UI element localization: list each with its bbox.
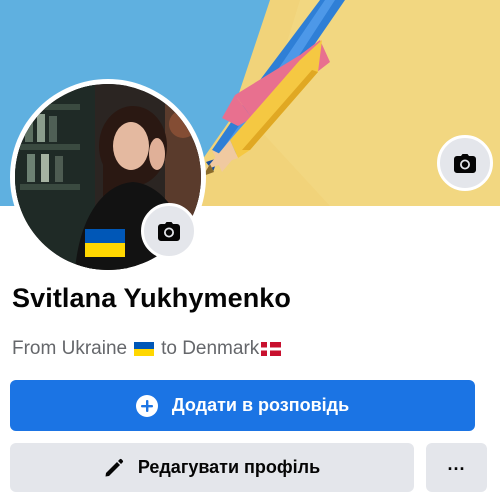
camera-icon xyxy=(454,153,476,173)
profile-name: Svitlana Yukhymenko xyxy=(12,283,292,313)
more-options-button[interactable]: ... xyxy=(426,443,487,492)
profile-bio: From Ukraine to Denmark xyxy=(12,338,282,360)
bio-connector: to Denmark xyxy=(161,338,260,359)
add-to-story-label: Додати в розповідь xyxy=(171,395,350,415)
avatar-camera-button[interactable] xyxy=(141,203,197,259)
plus-circle-icon xyxy=(135,394,158,417)
denmark-flag-icon xyxy=(261,342,282,356)
bio-prefix: From Ukraine xyxy=(12,338,128,359)
camera-icon xyxy=(158,221,180,241)
edit-profile-label: Редагувати профіль xyxy=(137,457,321,477)
more-dots-icon: ... xyxy=(447,453,466,474)
add-to-story-button[interactable]: Додати в розповідь xyxy=(10,380,475,431)
cover-camera-button[interactable] xyxy=(437,135,493,191)
pencil-icon xyxy=(104,458,124,478)
edit-profile-button[interactable]: Редагувати профіль xyxy=(10,443,414,492)
ukraine-flag-icon xyxy=(134,342,155,356)
